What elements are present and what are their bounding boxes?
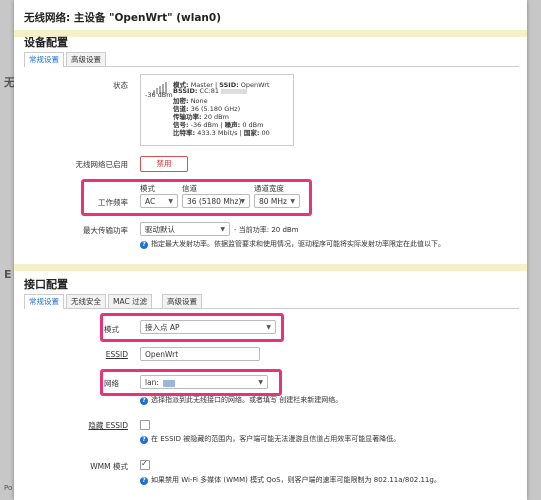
background-panel-left: 无 E Po — [0, 0, 15, 500]
maxpower-select[interactable]: 驱动默认 ▼ — [140, 222, 230, 236]
tab-general[interactable]: 常规设置 — [24, 294, 64, 309]
mode-label: 模式 — [104, 325, 119, 334]
wmm-label: WMM 模式 — [90, 462, 128, 471]
hint-text: 选择指派到此无线接口的网络。或者填写 创建栏来新建网络。 — [151, 396, 343, 404]
hide-essid-hint: ? 在 ESSID 被隐藏的范围内，客户端可能无法漫游且信道占用效率可能显著降低。 — [140, 434, 400, 444]
tab-general[interactable]: 常规设置 — [24, 52, 64, 67]
wmm-checkbox[interactable] — [140, 459, 150, 470]
maxpower-hint: ? 指定最大发射功率。依据监管要求和使用情况，驱动程序可能将实际发射功率限定在此值… — [140, 239, 445, 249]
status-label: 状态 — [113, 81, 128, 90]
device-config-tabs: 常规设置 高级设置 — [24, 52, 519, 67]
frequency-label: 工作频率 — [98, 198, 128, 207]
modal-title: 无线网络: 主设备 "OpenWrt" (wlan0) — [24, 12, 222, 24]
hint-text: 指定最大发射功率。依据监管要求和使用情况，驱动程序可能将实际发射功率限定在此值以… — [151, 240, 445, 248]
select-value: 36 (5180 Mhz) — [187, 197, 242, 206]
wireless-config-modal: 无线网络: 主设备 "OpenWrt" (wlan0) 设备配置 常规设置 高级… — [14, 0, 527, 500]
tab-advanced[interactable]: 高级设置 — [162, 294, 202, 308]
status-box: -36 dBm 模式: Master | SSID: OpenWrt BSSID… — [140, 74, 294, 146]
select-value: lan: — [145, 378, 159, 387]
network-hint: ? 选择指派到此无线接口的网络。或者填写 创建栏来新建网络。 — [140, 395, 342, 405]
status-value: 00 — [261, 129, 270, 137]
freq-header-mode: 模式 — [140, 184, 155, 193]
maxpower-label: 最大传输功率 — [83, 226, 128, 235]
background-panel-right — [527, 0, 541, 500]
freq-mode-select[interactable]: AC ▼ — [140, 194, 178, 208]
disable-button[interactable]: 禁用 — [140, 156, 188, 172]
hint-text: 在 ESSID 被隐藏的范围内，客户端可能无法漫游且信道占用效率可能显著降低。 — [151, 435, 401, 443]
help-icon: ? — [140, 241, 148, 249]
wmm-hint: ? 如果禁用 Wi-Fi 多媒体 (WMM) 模式 QoS，则客户端的速率可能限制… — [140, 475, 441, 485]
device-config-title: 设备配置 — [24, 36, 68, 49]
help-icon: ? — [140, 397, 148, 405]
essid-label: ESSID — [105, 350, 128, 359]
select-value: 接入点 AP — [145, 323, 180, 332]
freq-channel-select[interactable]: 36 (5180 Mhz) ▼ — [182, 194, 250, 208]
section-divider — [14, 264, 527, 271]
tab-advanced[interactable]: 高级设置 — [66, 52, 106, 66]
help-icon: ? — [140, 436, 148, 444]
chevron-down-icon: ▼ — [258, 379, 263, 386]
chevron-down-icon: ▼ — [168, 198, 173, 205]
network-select[interactable]: lan: ▼ — [140, 375, 268, 389]
freq-header-width: 通道宽度 — [254, 184, 284, 193]
background-fragment: E — [4, 268, 12, 281]
hint-text: 如果禁用 Wi-Fi 多媒体 (WMM) 模式 QoS，则客户端的速率可能限制为… — [151, 476, 441, 484]
interface-config-tabs: 常规设置 无线安全 MAC 过滤 高级设置 — [24, 294, 519, 309]
interface-config-title: 接口配置 — [24, 278, 68, 291]
status-key: 国家: — [243, 129, 260, 137]
wireless-enabled-label: 无线网络已启用 — [75, 160, 129, 169]
maxpower-current: - 当前功率: 20 dBm — [234, 226, 299, 234]
tab-wireless-security[interactable]: 无线安全 — [66, 294, 106, 308]
chevron-down-icon: ▼ — [240, 198, 245, 205]
help-icon: ? — [140, 477, 148, 485]
signal-dbm: -36 dBm — [145, 91, 173, 99]
select-value: AC — [145, 197, 156, 206]
interface-mode-select[interactable]: 接入点 AP ▼ — [140, 320, 276, 334]
chevron-down-icon: ▼ — [220, 226, 225, 233]
select-value: 驱动默认 — [145, 225, 175, 234]
network-label: 网络 — [104, 379, 119, 388]
chevron-down-icon: ▼ — [290, 198, 295, 205]
hide-essid-label: 隐藏 ESSID — [88, 421, 128, 430]
hide-essid-checkbox[interactable] — [140, 420, 150, 430]
freq-header-channel: 信道 — [182, 184, 197, 193]
tab-mac-filter[interactable]: MAC 过滤 — [108, 294, 153, 308]
background-fragment: Po — [4, 484, 13, 492]
status-value: CC:81 — [199, 87, 220, 95]
redacted-block — [221, 88, 248, 94]
status-value: 433.3 Mbit/s — [197, 129, 238, 137]
freq-width-select[interactable]: 80 MHz ▼ — [254, 194, 300, 208]
select-value: 80 MHz — [259, 197, 287, 206]
status-key: 比特率: — [173, 129, 196, 137]
essid-input[interactable]: OpenWrt — [140, 347, 260, 361]
chevron-down-icon: ▼ — [266, 324, 271, 331]
network-icon — [163, 379, 176, 387]
status-key: BSSID: — [173, 87, 198, 95]
section-divider — [14, 30, 527, 37]
